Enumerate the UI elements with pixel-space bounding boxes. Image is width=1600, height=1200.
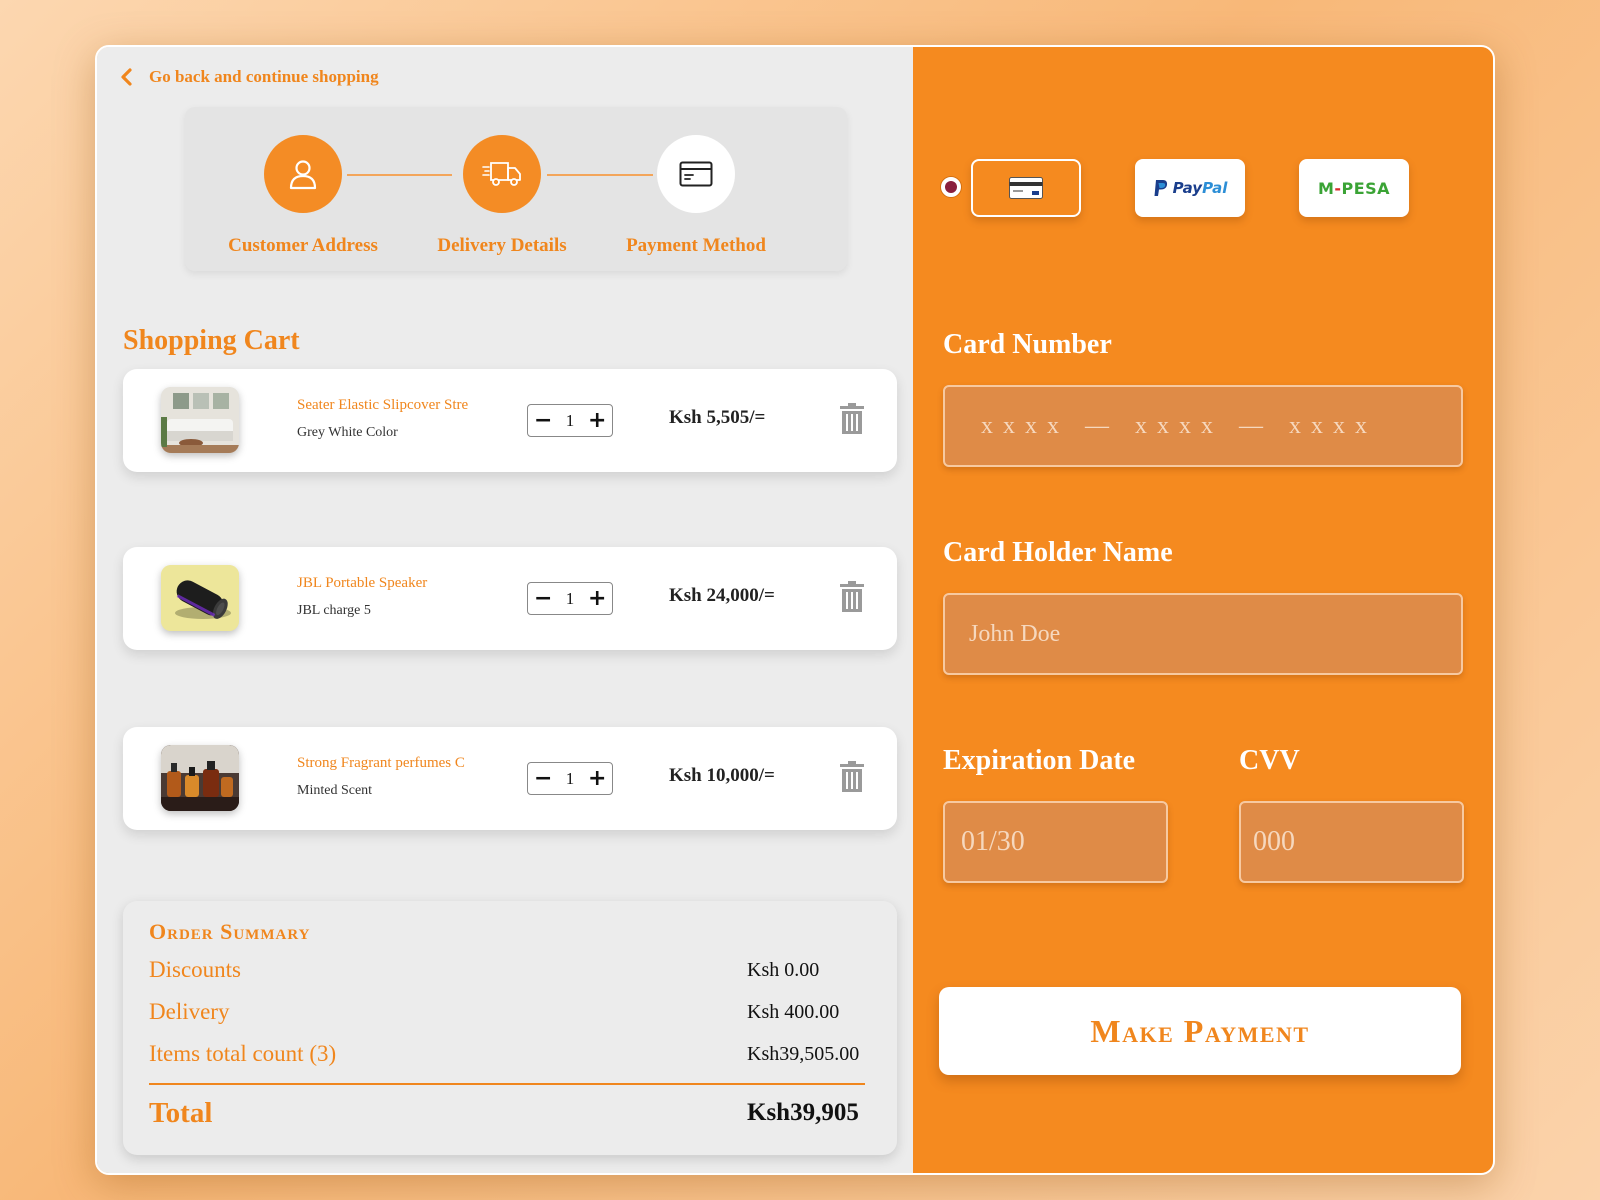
user-icon — [289, 160, 317, 190]
item-variant: JBL charge 5 — [297, 603, 371, 618]
chevron-left-icon — [121, 68, 132, 86]
quantity-value[interactable]: 1 — [566, 769, 575, 789]
delivery-label: Delivery — [149, 999, 230, 1024]
expiry-input[interactable]: 01/30 — [943, 801, 1168, 883]
decrease-quantity-button[interactable]: − — [534, 587, 552, 610]
item-variant: Minted Scent — [297, 783, 373, 798]
increase-quantity-button[interactable]: + — [588, 767, 606, 790]
trash-icon[interactable] — [839, 581, 865, 613]
increase-quantity-button[interactable]: + — [588, 587, 606, 610]
payment-option-card[interactable] — [971, 159, 1081, 217]
payment-option-paypal[interactable]: PayPal — [1135, 159, 1245, 217]
cart-panel: Go back and continue shopping Customer A… — [97, 47, 913, 1173]
item-variant: Grey White Color — [297, 425, 398, 440]
quantity-stepper: − 1 + — [527, 404, 613, 437]
back-link-label: Go back and continue shopping — [149, 67, 379, 86]
trash-icon[interactable] — [839, 403, 865, 435]
cart-item: Strong Fragrant perfumes C Minted Scent … — [123, 727, 897, 830]
quantity-value[interactable]: 1 — [566, 411, 575, 431]
total-value: Ksh39,905 — [747, 1099, 859, 1126]
payment-option-mpesa[interactable]: M-PESA — [1299, 159, 1409, 217]
decrease-quantity-button[interactable]: − — [534, 767, 552, 790]
checkout-window: Go back and continue shopping Customer A… — [95, 45, 1495, 1175]
delivery-truck-icon — [482, 162, 521, 186]
expiry-label: Expiration Date — [943, 745, 1136, 776]
paypal-logo-part: Pay — [1172, 179, 1203, 197]
item-name[interactable]: JBL Portable Speaker — [297, 575, 427, 592]
mpesa-logo-part: - — [1334, 178, 1342, 198]
expiry-placeholder: 01/30 — [961, 826, 1025, 857]
step-label: Customer Address — [228, 235, 378, 256]
radio-selected-dot — [945, 181, 957, 193]
product-image-perfume — [161, 745, 239, 811]
make-payment-button[interactable]: Make Payment — [939, 987, 1461, 1075]
cart-title: Shopping Cart — [123, 325, 300, 356]
discounts-label: Discounts — [149, 957, 241, 982]
cart-item: JBL Portable Speaker JBL charge 5 − 1 + … — [123, 547, 897, 650]
step-label: Delivery Details — [437, 235, 567, 256]
summary-title: Order Summary — [149, 919, 311, 944]
step-payment-method[interactable]: Payment Method — [596, 135, 796, 257]
quantity-value[interactable]: 1 — [566, 589, 575, 609]
step-circle — [463, 135, 541, 213]
item-name[interactable]: Strong Fragrant perfumes C — [297, 755, 465, 772]
mpesa-logo: M-PESA — [1318, 179, 1390, 198]
item-name[interactable]: Seater Elastic Slipcover Stre — [297, 397, 468, 414]
step-circle — [264, 135, 342, 213]
items-total-value: Ksh39,505.00 — [747, 1043, 860, 1065]
decrease-quantity-button[interactable]: − — [534, 409, 552, 432]
checkout-stepper: Customer Address Delivery Details Paymen… — [185, 107, 847, 271]
step-customer-address[interactable]: Customer Address — [203, 135, 403, 257]
cvv-label: CVV — [1239, 745, 1300, 776]
discounts-value: Ksh 0.00 — [747, 959, 820, 981]
card-number-placeholder: x x x x — x x x x — x x x x — [981, 412, 1369, 439]
paypal-logo-part: Pal — [1202, 179, 1228, 197]
items-count-label: Items total count (3) — [149, 1041, 337, 1066]
card-holder-label: Card Holder Name — [943, 537, 1173, 568]
delivery-value: Ksh 400.00 — [747, 1001, 840, 1023]
credit-card-icon — [679, 161, 713, 187]
item-price: Ksh 10,000/= — [669, 765, 775, 786]
back-link[interactable]: Go back and continue shopping — [119, 67, 379, 87]
paypal-logo: PayPal — [1173, 179, 1228, 197]
step-circle — [657, 135, 735, 213]
summary-divider — [149, 1083, 865, 1085]
order-summary: Order Summary Discounts Ksh 0.00 Deliver… — [123, 901, 897, 1155]
cart-item: Seater Elastic Slipcover Stre Grey White… — [123, 369, 897, 472]
payment-panel: PayPal M-PESA Card Number x x x x — x x … — [913, 47, 1493, 1173]
item-price: Ksh 24,000/= — [669, 585, 775, 606]
mpesa-logo-part: M — [1317, 178, 1335, 198]
quantity-stepper: − 1 + — [527, 582, 613, 615]
increase-quantity-button[interactable]: + — [588, 409, 606, 432]
total-label: Total — [149, 1097, 213, 1129]
trash-icon[interactable] — [839, 761, 865, 793]
mpesa-logo-part: PESA — [1341, 178, 1391, 198]
card-number-input[interactable]: x x x x — x x x x — x x x x — [943, 385, 1463, 467]
quantity-stepper: − 1 + — [527, 762, 613, 795]
item-price: Ksh 5,505/= — [669, 407, 766, 428]
card-number-label: Card Number — [943, 329, 1112, 360]
step-label: Payment Method — [626, 235, 766, 256]
paypal-logo-icon — [1154, 180, 1167, 196]
payment-radio[interactable] — [941, 177, 961, 197]
card-holder-placeholder: John Doe — [969, 620, 1061, 647]
step-delivery-details[interactable]: Delivery Details — [402, 135, 602, 257]
cvv-placeholder: 000 — [1253, 826, 1295, 857]
credit-card-icon — [1009, 177, 1043, 199]
product-image-sofa — [161, 387, 239, 453]
cvv-input[interactable]: 000 — [1239, 801, 1464, 883]
card-holder-input[interactable]: John Doe — [943, 593, 1463, 675]
product-image-speaker — [161, 565, 239, 631]
